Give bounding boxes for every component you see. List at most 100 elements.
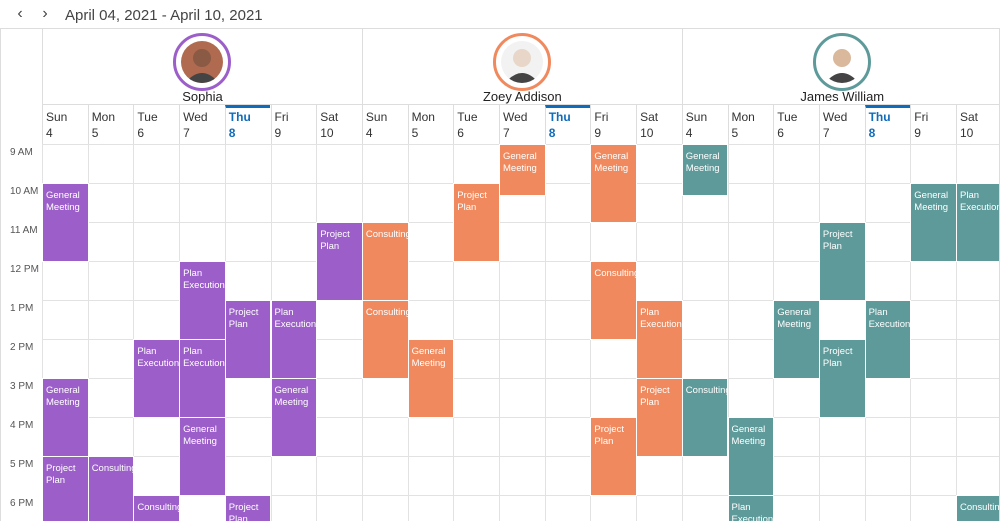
day-header[interactable]: Mon 5: [407, 105, 454, 144]
person-icon: [505, 49, 540, 83]
time-label: 2 PM: [10, 342, 34, 353]
time-label: 1 PM: [10, 303, 34, 314]
day-name: Thu: [228, 110, 251, 124]
day-date: 9: [914, 126, 921, 140]
appointment[interactable]: Project Plan: [818, 339, 866, 418]
day-header[interactable]: Thu 8: [224, 105, 271, 144]
day-header[interactable]: Mon 5: [727, 105, 774, 144]
appointment[interactable]: General Meeting: [681, 144, 729, 196]
day-header[interactable]: Sun 4: [361, 105, 408, 144]
appointment[interactable]: Consulting: [956, 495, 999, 521]
appointment[interactable]: General Meeting: [499, 144, 546, 196]
day-name: Fri: [274, 110, 289, 124]
appointment[interactable]: Project Plan: [590, 417, 638, 496]
day-header[interactable]: Wed 7: [179, 105, 225, 144]
day-date: 4: [46, 126, 53, 140]
appointment[interactable]: General Meeting: [42, 183, 89, 262]
avatar: [173, 33, 232, 91]
appointment[interactable]: Consulting: [361, 222, 409, 301]
chevron-right-icon[interactable]: ›: [35, 5, 55, 25]
day-header[interactable]: Mon 5: [87, 105, 134, 144]
day-name: Mon: [731, 110, 755, 124]
appointment[interactable]: Consulting: [87, 456, 135, 521]
day-name: Mon: [91, 110, 116, 124]
appointment[interactable]: Project Plan: [224, 300, 272, 379]
day-name: Sun: [365, 110, 388, 124]
appointment[interactable]: Project Plan: [818, 222, 866, 301]
appointment[interactable]: Plan Execution: [636, 300, 683, 379]
day-name: Tue: [457, 110, 478, 124]
appointment[interactable]: Plan Execution: [270, 300, 318, 379]
day-header[interactable]: Sat 10: [956, 105, 999, 144]
day-date: 8: [228, 126, 236, 140]
day-date: 8: [548, 126, 556, 140]
appointment[interactable]: Project Plan: [42, 456, 89, 521]
resource-header: Sophia: [42, 29, 362, 105]
appointment[interactable]: General Meeting: [590, 144, 638, 223]
resource-header: James William: [681, 29, 999, 105]
day-date: 10: [960, 126, 974, 140]
day-name: Wed: [503, 110, 528, 124]
appointment[interactable]: General Meeting: [270, 378, 318, 457]
appointment[interactable]: Project Plan: [636, 378, 683, 457]
resource-name: James William: [800, 89, 885, 104]
day-header[interactable]: Wed 7: [818, 105, 865, 144]
day-date: 9: [274, 126, 282, 140]
resource-name: Sophia: [182, 89, 223, 104]
appointment[interactable]: Plan Execution: [864, 300, 912, 379]
appointment[interactable]: General Meeting: [42, 378, 89, 457]
appointment[interactable]: Plan Execution: [133, 339, 181, 418]
day-name: Fri: [914, 110, 929, 124]
day-header[interactable]: Fri 9: [590, 105, 636, 144]
day-date: 6: [457, 126, 464, 140]
appointment[interactable]: Consulting: [361, 300, 409, 379]
appointment[interactable]: General Meeting: [727, 417, 775, 496]
appointment[interactable]: Plan Execution: [956, 183, 999, 262]
day-column-line: [544, 144, 546, 521]
date-range-label[interactable]: April 04, 2021 - April 10, 2021: [65, 7, 263, 24]
day-date: 7: [183, 126, 190, 140]
day-header[interactable]: Thu 8: [864, 105, 911, 144]
day-header[interactable]: Sun 4: [42, 105, 88, 144]
day-header[interactable]: Tue 6: [773, 105, 819, 144]
avatar-photo: [501, 41, 544, 83]
person-icon: [185, 49, 220, 83]
avatar: [493, 33, 552, 91]
day-header[interactable]: Sat 10: [636, 105, 682, 144]
appointment[interactable]: Consulting: [590, 261, 638, 340]
appointment[interactable]: Project Plan: [316, 222, 363, 301]
day-date: 10: [640, 126, 654, 140]
chevron-left-icon[interactable]: ‹: [10, 5, 30, 25]
day-name: Sun: [685, 110, 708, 124]
scheduler-toolbar: ‹ › April 04, 2021 - April 10, 2021: [0, 0, 1000, 30]
time-label: 5 PM: [10, 459, 34, 470]
day-date: 6: [777, 126, 784, 140]
avatar-photo: [181, 41, 224, 83]
appointment[interactable]: General Meeting: [910, 183, 957, 262]
appointment[interactable]: General Meeting: [407, 339, 455, 418]
time-label: 9 AM: [10, 147, 33, 158]
day-name: Sat: [640, 110, 659, 124]
day-name: Thu: [868, 110, 891, 124]
day-header[interactable]: Sun 4: [681, 105, 728, 144]
appointment[interactable]: Plan Execution: [179, 339, 226, 418]
day-header[interactable]: Tue 6: [133, 105, 179, 144]
day-date: 9: [594, 126, 602, 140]
day-header[interactable]: Wed 7: [499, 105, 545, 144]
day-header[interactable]: Fri 9: [910, 105, 956, 144]
appointment[interactable]: General Meeting: [773, 300, 820, 379]
day-header[interactable]: Thu 8: [544, 105, 591, 144]
appointment[interactable]: Consulting: [133, 495, 181, 521]
appointment[interactable]: Consulting: [681, 378, 729, 457]
day-header[interactable]: Tue 6: [453, 105, 499, 144]
day-header[interactable]: Sat 10: [316, 105, 362, 144]
appointment[interactable]: Project Plan: [453, 183, 500, 262]
resource-header: Zoey Addison: [361, 29, 682, 105]
appointment[interactable]: General Meeting: [179, 417, 226, 496]
day-header[interactable]: Fri 9: [270, 105, 317, 144]
appointment[interactable]: Plan Execution: [179, 261, 226, 340]
appointment[interactable]: Project Plan: [224, 495, 272, 521]
avatar: [813, 33, 872, 91]
appointment[interactable]: Plan Execution: [727, 495, 775, 521]
day-date: 4: [365, 126, 373, 140]
